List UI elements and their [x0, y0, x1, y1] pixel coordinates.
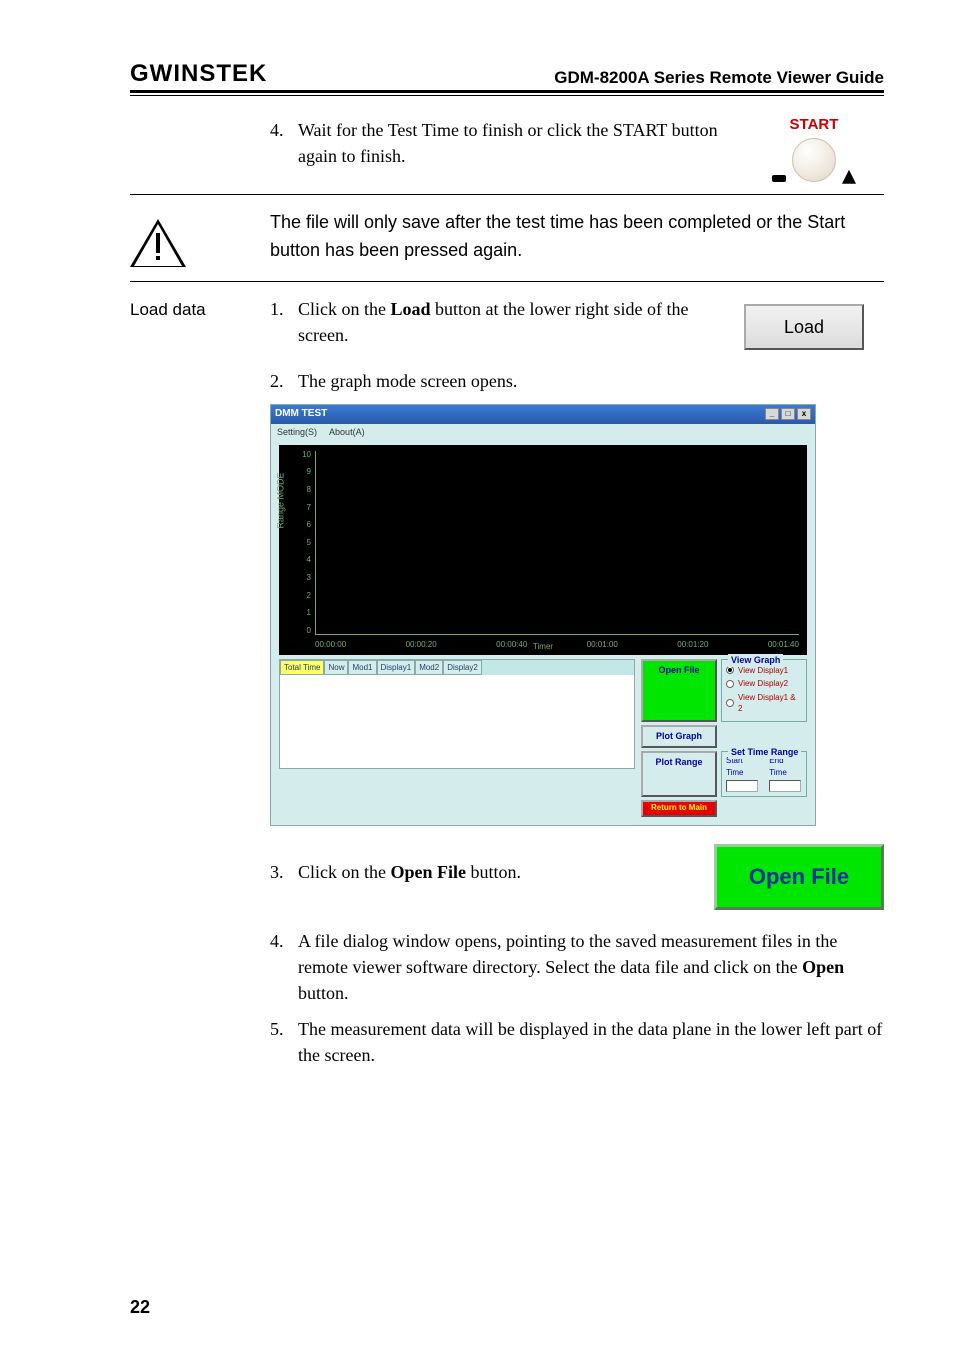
y-tick: 9: [297, 466, 311, 478]
group-view-graph: View Graph: [728, 654, 783, 667]
text-bold-open: Open: [802, 957, 844, 977]
y-tick: 7: [297, 502, 311, 514]
y-tick: 10: [297, 449, 311, 461]
step-number: 4.: [270, 928, 288, 1006]
brand-logo: GWINSTEK: [130, 60, 267, 88]
start-circle-icon: [792, 138, 836, 182]
text-fragment: button.: [466, 862, 521, 882]
menu-setting[interactable]: Setting(S): [277, 427, 317, 437]
window-title: DMM TEST: [275, 407, 327, 422]
col-mod1: Mod1: [348, 660, 376, 676]
step-text: Click on the Open File button.: [298, 859, 714, 885]
y-tick: 5: [297, 537, 311, 549]
start-button-graphic: START: [744, 114, 884, 182]
end-time-input[interactable]: [769, 780, 801, 792]
step-text: The graph mode screen opens.: [298, 368, 884, 394]
col-mod2: Mod2: [415, 660, 443, 676]
step-item: 2. The graph mode screen opens.: [270, 368, 884, 394]
header-rule: [130, 95, 884, 96]
col-display2: Display2: [443, 660, 482, 676]
radio-label: View Display1 & 2: [738, 692, 802, 715]
window-titlebar: DMM TEST _ □ x: [271, 405, 815, 424]
plot-range-button[interactable]: Plot Range: [641, 751, 717, 797]
window-maximize-icon[interactable]: □: [781, 408, 795, 420]
load-button[interactable]: Load: [744, 304, 864, 350]
x-tick: 00:01:40: [768, 639, 799, 651]
text-fragment: Click on the: [298, 862, 391, 882]
start-time-input[interactable]: [726, 780, 758, 792]
section-label-load-data: Load data: [130, 296, 260, 1079]
window-minimize-icon[interactable]: _: [765, 408, 779, 420]
menubar: Setting(S) About(A): [271, 424, 815, 441]
start-marker-left: [772, 175, 786, 182]
x-axis-label: Timer: [533, 641, 553, 653]
return-to-main-button[interactable]: Return to Main: [641, 800, 717, 817]
step-text: Click on the Load button at the lower ri…: [298, 296, 734, 348]
plot-area: Range MODE 10 9 8 7 6 5 4 3 2 1 0: [279, 445, 807, 655]
section-separator: [130, 194, 884, 195]
step-number: 4.: [270, 117, 288, 169]
step-text: The measurement data will be displayed i…: [298, 1016, 884, 1068]
x-tick: 00:01:00: [587, 639, 618, 651]
x-tick: 00:00:00: [315, 639, 346, 651]
col-display1: Display1: [377, 660, 416, 676]
caution-text: The file will only save after the test t…: [270, 209, 884, 265]
x-tick: 00:00:40: [496, 639, 527, 651]
step-item: 4. A file dialog window opens, pointing …: [270, 928, 884, 1006]
start-label: START: [744, 114, 884, 136]
col-now: Now: [324, 660, 348, 676]
y-tick: 8: [297, 484, 311, 496]
group-set-time-range: Set Time Range: [728, 746, 801, 759]
step-number: 1.: [270, 296, 288, 348]
radio-view-display12[interactable]: View Display1 & 2: [726, 692, 802, 715]
y-tick: 3: [297, 572, 311, 584]
text-fragment: Click on the: [298, 299, 391, 319]
document-title: GDM-8200A Series Remote Viewer Guide: [554, 68, 884, 88]
open-file-button[interactable]: Open File: [641, 659, 717, 722]
page-header: GWINSTEK GDM-8200A Series Remote Viewer …: [130, 60, 884, 93]
radio-view-display2[interactable]: View Display2: [726, 678, 802, 690]
text-fragment: button.: [298, 983, 349, 1003]
text-bold-open-file: Open File: [391, 862, 467, 882]
step-text: Wait for the Test Time to finish or clic…: [298, 117, 744, 169]
step-number: 2.: [270, 368, 288, 394]
graph-mode-window: DMM TEST _ □ x Setting(S) About(A) Range…: [270, 404, 816, 826]
step-number: 5.: [270, 1016, 288, 1068]
y-tick: 1: [297, 607, 311, 619]
page-number: 22: [130, 1297, 150, 1318]
text-bold-load: Load: [391, 299, 431, 319]
start-marker-right: [842, 170, 856, 184]
y-axis-label: Range MODE: [274, 472, 287, 528]
x-tick: 00:01:20: [677, 639, 708, 651]
window-close-icon[interactable]: x: [797, 408, 811, 420]
plot-graph-button[interactable]: Plot Graph: [641, 725, 717, 748]
step-text: A file dialog window opens, pointing to …: [298, 928, 884, 1006]
x-tick: 00:00:20: [406, 639, 437, 651]
open-file-large-button[interactable]: Open File: [714, 844, 884, 910]
y-tick: 6: [297, 519, 311, 531]
radio-label: View Display2: [738, 678, 788, 690]
caution-triangle-icon: [130, 219, 186, 269]
y-tick: 0: [297, 625, 311, 637]
step-item: 4. Wait for the Test Time to finish or c…: [270, 117, 744, 169]
y-tick: 2: [297, 590, 311, 602]
data-table: Total Time Now Mod1 Display1 Mod2 Displa…: [279, 659, 635, 769]
x-ticks: 00:00:00 00:00:20 00:00:40 00:01:00 00:0…: [315, 639, 799, 651]
step-item: 3. Click on the Open File button.: [270, 859, 714, 885]
menu-about[interactable]: About(A): [329, 427, 365, 437]
plot-axes: [315, 451, 799, 635]
text-fragment: A file dialog window opens, pointing to …: [298, 931, 837, 977]
y-ticks: 10 9 8 7 6 5 4 3 2 1 0: [297, 449, 311, 637]
section-separator: [130, 281, 884, 282]
y-tick: 4: [297, 554, 311, 566]
step-number: 3.: [270, 859, 288, 885]
step-item: 5. The measurement data will be displaye…: [270, 1016, 884, 1068]
step-item: 1. Click on the Load button at the lower…: [270, 296, 734, 348]
col-total-time: Total Time: [280, 660, 324, 676]
